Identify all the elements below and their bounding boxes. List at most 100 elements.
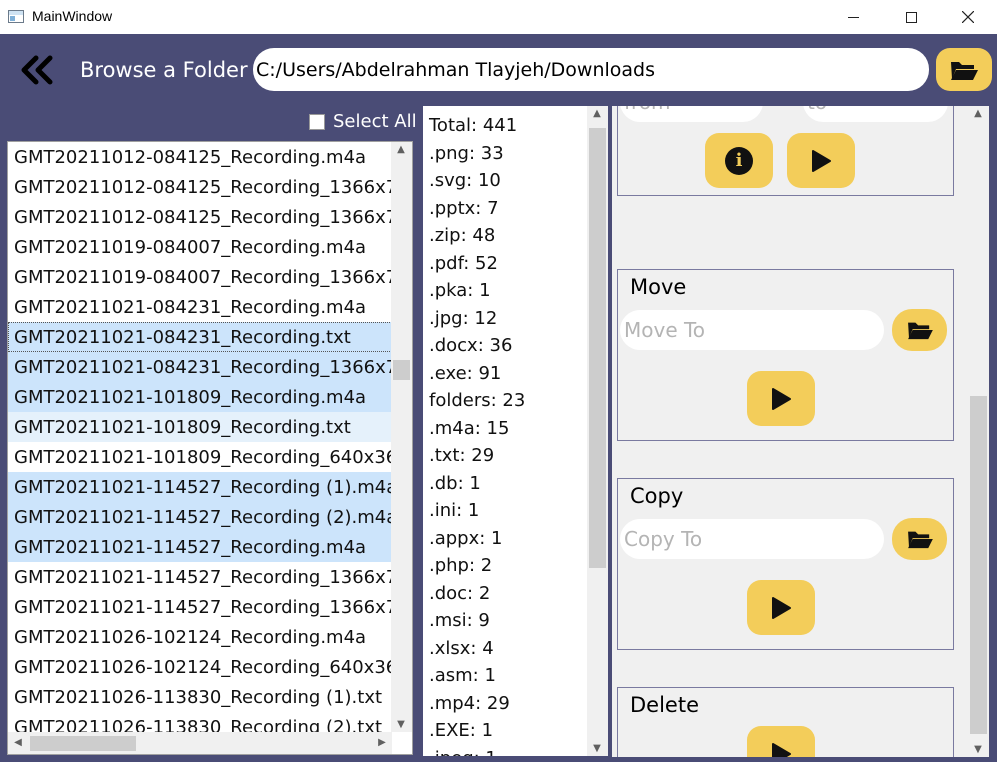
stat-item: .msi: 9 — [429, 610, 490, 631]
copy-title: Copy — [630, 484, 684, 508]
browse-folder-button[interactable] — [936, 48, 992, 91]
play-icon — [772, 742, 791, 757]
scrollbar-thumb[interactable] — [970, 396, 987, 734]
file-list-horizontal-scrollbar[interactable]: ◀ ▶ — [8, 732, 392, 754]
extension-stats-panel: Total: 441 .png: 33 .svg: 10 .pptx: 7 .zip: … — [423, 106, 608, 756]
file-list-item[interactable]: GMT20211021-114527_Recording (2).m4a — [8, 502, 392, 532]
stat-item: .pdf: 52 — [429, 252, 498, 274]
file-list-item[interactable]: GMT20211026-113830_Recording (2).txt — [8, 712, 392, 732]
scroll-down-icon[interactable]: ▼ — [970, 744, 986, 755]
back-button[interactable] — [16, 50, 58, 90]
file-list-item[interactable]: GMT20211021-084231_Recording.txt — [8, 322, 392, 352]
rename-from-input[interactable]: from — [620, 106, 763, 122]
select-all-label: Select All — [333, 111, 417, 132]
stat-item: Total: 441 — [429, 115, 518, 136]
title-bar: MainWindow — [0, 0, 997, 34]
file-list-item[interactable]: GMT20211021-084231_Recording.m4a — [8, 292, 392, 322]
file-list-item[interactable]: GMT20211019-084007_Recording.m4a — [8, 232, 392, 262]
operations-vertical-scrollbar[interactable]: ▲ ▼ — [968, 106, 989, 757]
file-list-item[interactable]: GMT20211021-114527_Recording.m4a — [8, 532, 392, 562]
file-list-item[interactable]: GMT20211021-114527_Recording (1).m4a — [8, 472, 392, 502]
file-list-item[interactable]: GMT20211012-084125_Recording.m4a — [8, 142, 392, 172]
file-list-item[interactable]: GMT20211021-101809_Recording.txt — [8, 412, 392, 442]
scroll-up-icon[interactable]: ▲ — [970, 108, 986, 119]
stat-item: .EXE: 1 — [429, 720, 494, 741]
file-list-item[interactable]: GMT20211021-084231_Recording_1366x768.mp… — [8, 352, 392, 382]
stat-item: .exe: 91 — [429, 362, 502, 384]
stat-item: .asm: 1 — [429, 665, 496, 686]
open-folder-icon — [907, 322, 933, 340]
scroll-up-icon[interactable]: ▲ — [589, 108, 605, 119]
file-list-item[interactable]: GMT20211026-102124_Recording.m4a — [8, 622, 392, 652]
stat-item: .xlsx: 4 — [429, 637, 494, 659]
double-chevron-left-icon — [21, 55, 53, 85]
file-list-item[interactable]: GMT20211021-101809_Recording.m4a — [8, 382, 392, 412]
move-group: Move Move To — [617, 269, 954, 441]
file-list-item[interactable]: GMT20211021-114527_Recording_1366x768 (1… — [8, 592, 392, 622]
stat-item: .ini: 1 — [429, 500, 480, 521]
file-list-item[interactable]: GMT20211026-113830_Recording (1).txt — [8, 682, 392, 712]
file-list-item[interactable]: GMT20211021-101809_Recording_640x360.mp4 — [8, 442, 392, 472]
stat-item: .jpeg: 1 — [429, 745, 589, 757]
rename-to-input[interactable]: to — [803, 106, 948, 122]
stat-item: .db: 1 — [429, 472, 481, 494]
maximize-button[interactable] — [882, 0, 940, 34]
stat-item: .jpg: 12 — [429, 307, 498, 329]
copy-group: Copy Copy To — [617, 478, 954, 650]
move-to-input[interactable]: Move To — [620, 310, 884, 350]
select-all-checkbox[interactable]: Select All — [309, 111, 417, 132]
scrollbar-thumb[interactable] — [589, 128, 606, 568]
minimize-icon — [847, 16, 859, 18]
main-area: Browse a Folder C:/Users/Abdelrahman Tla… — [0, 34, 997, 762]
file-list[interactable]: GMT20211012-084125_Recording.m4a GMT20211… — [7, 141, 413, 755]
scrollbar-thumb[interactable] — [30, 736, 136, 751]
stat-item: folders: 23 — [429, 390, 526, 411]
rename-group: from >> to i — [617, 106, 954, 196]
move-run-button[interactable] — [747, 371, 815, 426]
delete-run-button[interactable] — [747, 726, 815, 757]
rename-separator: >> — [773, 106, 803, 110]
open-folder-icon — [951, 61, 978, 80]
open-folder-icon — [907, 531, 933, 549]
rename-info-button[interactable]: i — [705, 133, 773, 188]
close-icon — [962, 11, 974, 23]
file-list-vertical-scrollbar[interactable]: ▲ ▼ — [391, 142, 412, 732]
file-list-item[interactable]: GMT20211012-084125_Recording_1366x768 (1… — [8, 202, 392, 232]
stats-vertical-scrollbar[interactable]: ▲ ▼ — [587, 106, 608, 756]
stat-item: .appx: 1 — [429, 527, 503, 549]
scroll-left-icon[interactable]: ◀ — [10, 737, 26, 748]
stat-item: .doc: 2 — [429, 582, 491, 604]
checkbox-box[interactable] — [309, 113, 325, 130]
folder-path-input[interactable]: C:/Users/Abdelrahman Tlayjeh/Downloads — [253, 48, 929, 91]
play-icon — [772, 596, 791, 619]
stat-item: .m4a: 15 — [429, 417, 510, 439]
play-icon — [772, 387, 791, 410]
copy-run-button[interactable] — [747, 580, 815, 635]
rename-run-button[interactable] — [787, 133, 855, 188]
copy-to-input[interactable]: Copy To — [620, 519, 884, 559]
stat-item: .zip: 48 — [429, 225, 496, 246]
scrollbar-thumb[interactable] — [393, 360, 410, 380]
delete-title: Delete — [630, 693, 699, 717]
window-title: MainWindow — [32, 8, 113, 24]
stat-item: .png: 33 — [429, 142, 504, 164]
maximize-icon — [905, 11, 917, 23]
scroll-down-icon[interactable]: ▼ — [589, 743, 605, 754]
scroll-down-icon[interactable]: ▼ — [393, 719, 409, 730]
move-browse-button[interactable] — [892, 309, 947, 351]
file-list-item[interactable]: GMT20211021-114527_Recording_1366x768.mp… — [8, 562, 392, 592]
file-list-item[interactable]: GMT20211012-084125_Recording_1366x768.mp… — [8, 172, 392, 202]
minimize-button[interactable] — [824, 0, 882, 34]
copy-browse-button[interactable] — [892, 518, 947, 560]
close-button[interactable] — [939, 0, 997, 34]
file-list-item[interactable]: GMT20211019-084007_Recording_1366x768.mp… — [8, 262, 392, 292]
browse-folder-label: Browse a Folder — [80, 58, 248, 82]
scroll-up-icon[interactable]: ▲ — [393, 144, 409, 155]
stat-item: .pka: 1 — [429, 280, 491, 301]
info-icon: i — [725, 146, 753, 175]
scroll-right-icon[interactable]: ▶ — [374, 737, 390, 748]
stat-item: .txt: 29 — [429, 445, 495, 466]
file-list-item[interactable]: GMT20211026-102124_Recording_640x360.mp4 — [8, 652, 392, 682]
app-window-icon — [8, 10, 24, 23]
play-icon — [812, 149, 831, 172]
